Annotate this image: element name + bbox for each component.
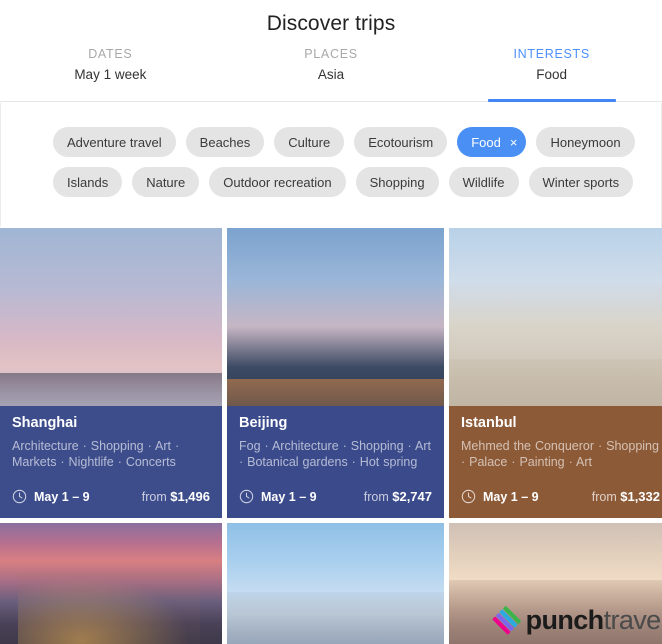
filter-tabs: DATES May 1 week PLACES Asia INTERESTS F…: [0, 44, 662, 102]
trip-price-prefix: from: [591, 490, 621, 504]
trip-footer: May 1 – 9 from $1,496: [12, 489, 210, 504]
punchtravel-logo-icon: [492, 606, 521, 635]
trip-title: Beijing: [239, 415, 288, 431]
chip-label: Nature: [146, 174, 186, 190]
trip-footer: May 1 – 9 from $2,747: [239, 489, 432, 504]
tab-interests-value: Food: [536, 67, 568, 82]
chip-label: Outdoor recreation: [223, 174, 332, 190]
tab-interests[interactable]: INTERESTS Food: [441, 44, 662, 102]
chip-honeymoon[interactable]: Honeymoon: [536, 127, 635, 157]
clock-icon: [239, 489, 254, 504]
trip-tags: Fog · Architecture · Shopping · Art · Bo…: [239, 439, 431, 469]
trip-price-value: $1,496: [170, 489, 210, 504]
trip-card-info: Istanbul Mehmed the Conqueror · Shopping…: [449, 406, 662, 518]
discover-trips-app: Discover trips DATES May 1 week PLACES A…: [0, 0, 662, 644]
chip-label: Adventure travel: [67, 134, 162, 150]
chip-culture[interactable]: Culture: [274, 127, 345, 157]
chip-label: Shopping: [369, 174, 425, 190]
trip-footer: May 1 – 9 from $1,332: [461, 489, 660, 504]
chip-ecotourism[interactable]: Ecotourism: [354, 127, 448, 157]
tab-interests-underline: [487, 99, 616, 102]
trip-card-hong-kong[interactable]: punchtravel: [449, 523, 662, 644]
chip-label: Culture: [288, 134, 331, 150]
chip-row-2: Islands Nature Outdoor recreation Shoppi…: [53, 167, 661, 197]
bangkok-temple-sunset-photo: [0, 523, 222, 644]
chip-beaches[interactable]: Beaches: [185, 127, 265, 157]
city-skyline-blue-sky-photo: [227, 523, 444, 644]
trip-dates-label: May 1 – 9: [483, 489, 539, 504]
interest-filter-chips: Adventure travel Beaches Culture Ecotour…: [0, 103, 662, 227]
tab-dates-label: DATES: [88, 47, 133, 61]
trip-price-value: $1,332: [620, 489, 660, 504]
chip-outdoor-recreation[interactable]: Outdoor recreation: [209, 167, 346, 197]
tab-dates[interactable]: DATES May 1 week: [0, 44, 221, 102]
tab-places-label: PLACES: [304, 47, 358, 61]
chip-label: Food: [471, 134, 501, 150]
trip-dates: May 1 – 9: [12, 489, 90, 504]
tab-places[interactable]: PLACES Asia: [221, 44, 442, 102]
trip-tags: Mehmed the Conqueror · Shopping · Palace…: [461, 439, 659, 469]
chip-row-1: Adventure travel Beaches Culture Ecotour…: [53, 127, 661, 157]
chip-winter-sports[interactable]: Winter sports: [528, 167, 634, 197]
trip-results-grid: Shanghai Architecture · Shopping · Art ·…: [0, 228, 662, 644]
tab-interests-label: INTERESTS: [513, 47, 590, 61]
trip-price-prefix: from: [141, 490, 171, 504]
close-icon[interactable]: ×: [510, 136, 518, 149]
chip-food-selected[interactable]: Food ×: [457, 127, 527, 157]
trip-card-skyline[interactable]: [227, 523, 444, 644]
chip-nature[interactable]: Nature: [132, 167, 200, 197]
chip-islands[interactable]: Islands: [53, 167, 123, 197]
trip-price-value: $2,747: [392, 489, 432, 504]
chip-label: Wildlife: [462, 174, 505, 190]
chip-shopping[interactable]: Shopping: [355, 167, 439, 197]
chip-wildlife[interactable]: Wildlife: [448, 167, 519, 197]
trip-title: Istanbul: [461, 415, 517, 431]
header: Discover trips DATES May 1 week PLACES A…: [0, 0, 662, 102]
trip-card-info: Beijing Fog · Architecture · Shopping · …: [227, 406, 444, 518]
chip-label: Beaches: [199, 134, 251, 150]
trip-title: Shanghai: [12, 415, 78, 431]
brand-light: travel: [603, 604, 662, 635]
page-title: Discover trips: [266, 12, 396, 35]
trip-card-bangkok[interactable]: [0, 523, 222, 644]
brand-bold: punch: [525, 604, 605, 635]
trip-tags: Architecture · Shopping · Art · Markets …: [12, 439, 180, 469]
trip-card-beijing[interactable]: Beijing Fog · Architecture · Shopping · …: [227, 228, 444, 518]
trip-dates-label: May 1 – 9: [261, 489, 317, 504]
chip-adventure-travel[interactable]: Adventure travel: [53, 127, 176, 157]
chip-label: Winter sports: [542, 174, 620, 190]
chip-label: Islands: [67, 174, 109, 190]
trip-price-prefix: from: [363, 490, 393, 504]
punchtravel-watermark: punchtravel: [492, 605, 662, 635]
trip-price: from $2,747: [364, 489, 432, 504]
tab-dates-value: May 1 week: [74, 67, 147, 82]
chip-label: Ecotourism: [368, 134, 434, 150]
trip-dates: May 1 – 9: [461, 489, 539, 504]
trip-card-istanbul[interactable]: Istanbul Mehmed the Conqueror · Shopping…: [449, 228, 662, 518]
punchtravel-wordmark: punchtravel: [525, 604, 662, 635]
trip-price: from $1,332: [592, 489, 660, 504]
clock-icon: [12, 489, 27, 504]
trip-card-info: Shanghai Architecture · Shopping · Art ·…: [0, 406, 222, 518]
tab-places-value: Asia: [317, 67, 345, 82]
clock-icon: [461, 489, 476, 504]
chip-label: Honeymoon: [550, 134, 621, 150]
trip-price: from $1,496: [142, 489, 210, 504]
trip-card-shanghai[interactable]: Shanghai Architecture · Shopping · Art ·…: [0, 228, 222, 518]
trip-dates: May 1 – 9: [239, 489, 317, 504]
trip-dates-label: May 1 – 9: [34, 489, 90, 504]
